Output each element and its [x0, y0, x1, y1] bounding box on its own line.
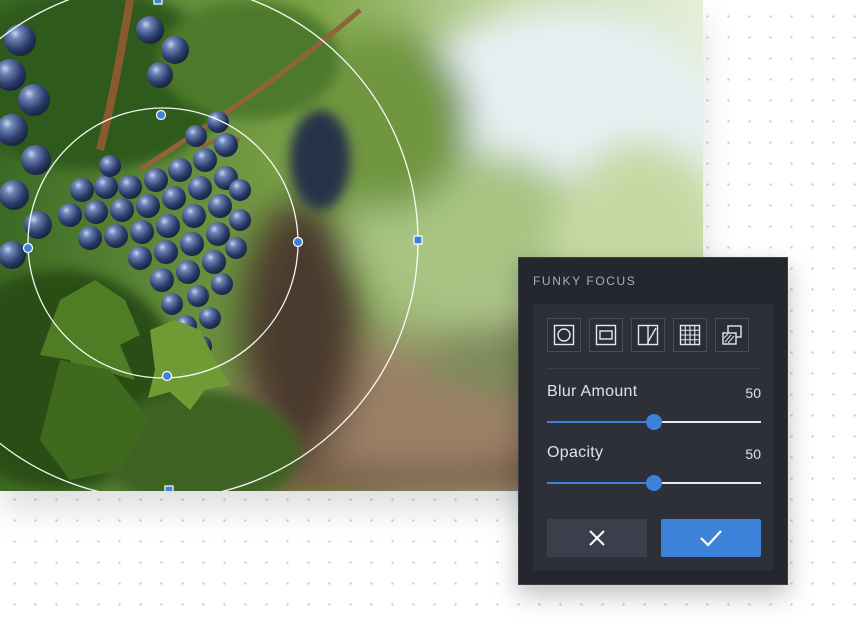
- grid-focus-button[interactable]: [673, 318, 707, 352]
- blur-amount-slider[interactable]: [547, 414, 761, 430]
- blur-amount-handle[interactable]: [646, 414, 662, 430]
- grid-focus-icon: [679, 324, 701, 346]
- radial-focus-button[interactable]: [547, 318, 581, 352]
- rectangle-focus-icon: [595, 324, 617, 346]
- layers-focus-button[interactable]: [715, 318, 749, 352]
- confirm-button[interactable]: [661, 519, 761, 557]
- blur-amount-value: 50: [745, 385, 761, 401]
- opacity-slider[interactable]: [547, 475, 761, 491]
- check-icon: [700, 530, 722, 547]
- opacity-label: Opacity: [547, 444, 604, 461]
- layers-focus-icon: [722, 325, 742, 345]
- opacity-handle[interactable]: [646, 475, 662, 491]
- panel-body: Blur Amount 50 Opacity 50: [533, 304, 773, 570]
- close-icon: [589, 530, 605, 546]
- funky-focus-panel: FUNKY FOCUS Blur Amount 50 Opacity 50: [518, 257, 788, 585]
- split-focus-button[interactable]: [631, 318, 665, 352]
- focus-tool-bar: [547, 318, 749, 352]
- opacity-fill: [547, 482, 654, 484]
- blur-amount-fill: [547, 421, 654, 423]
- tool-divider: [547, 368, 761, 369]
- cancel-button[interactable]: [547, 519, 647, 557]
- rectangle-focus-button[interactable]: [589, 318, 623, 352]
- blur-amount-label: Blur Amount: [547, 383, 638, 400]
- radial-focus-icon: [553, 324, 575, 346]
- panel-title: FUNKY FOCUS: [533, 274, 637, 288]
- opacity-value: 50: [745, 446, 761, 462]
- split-focus-icon: [637, 324, 659, 346]
